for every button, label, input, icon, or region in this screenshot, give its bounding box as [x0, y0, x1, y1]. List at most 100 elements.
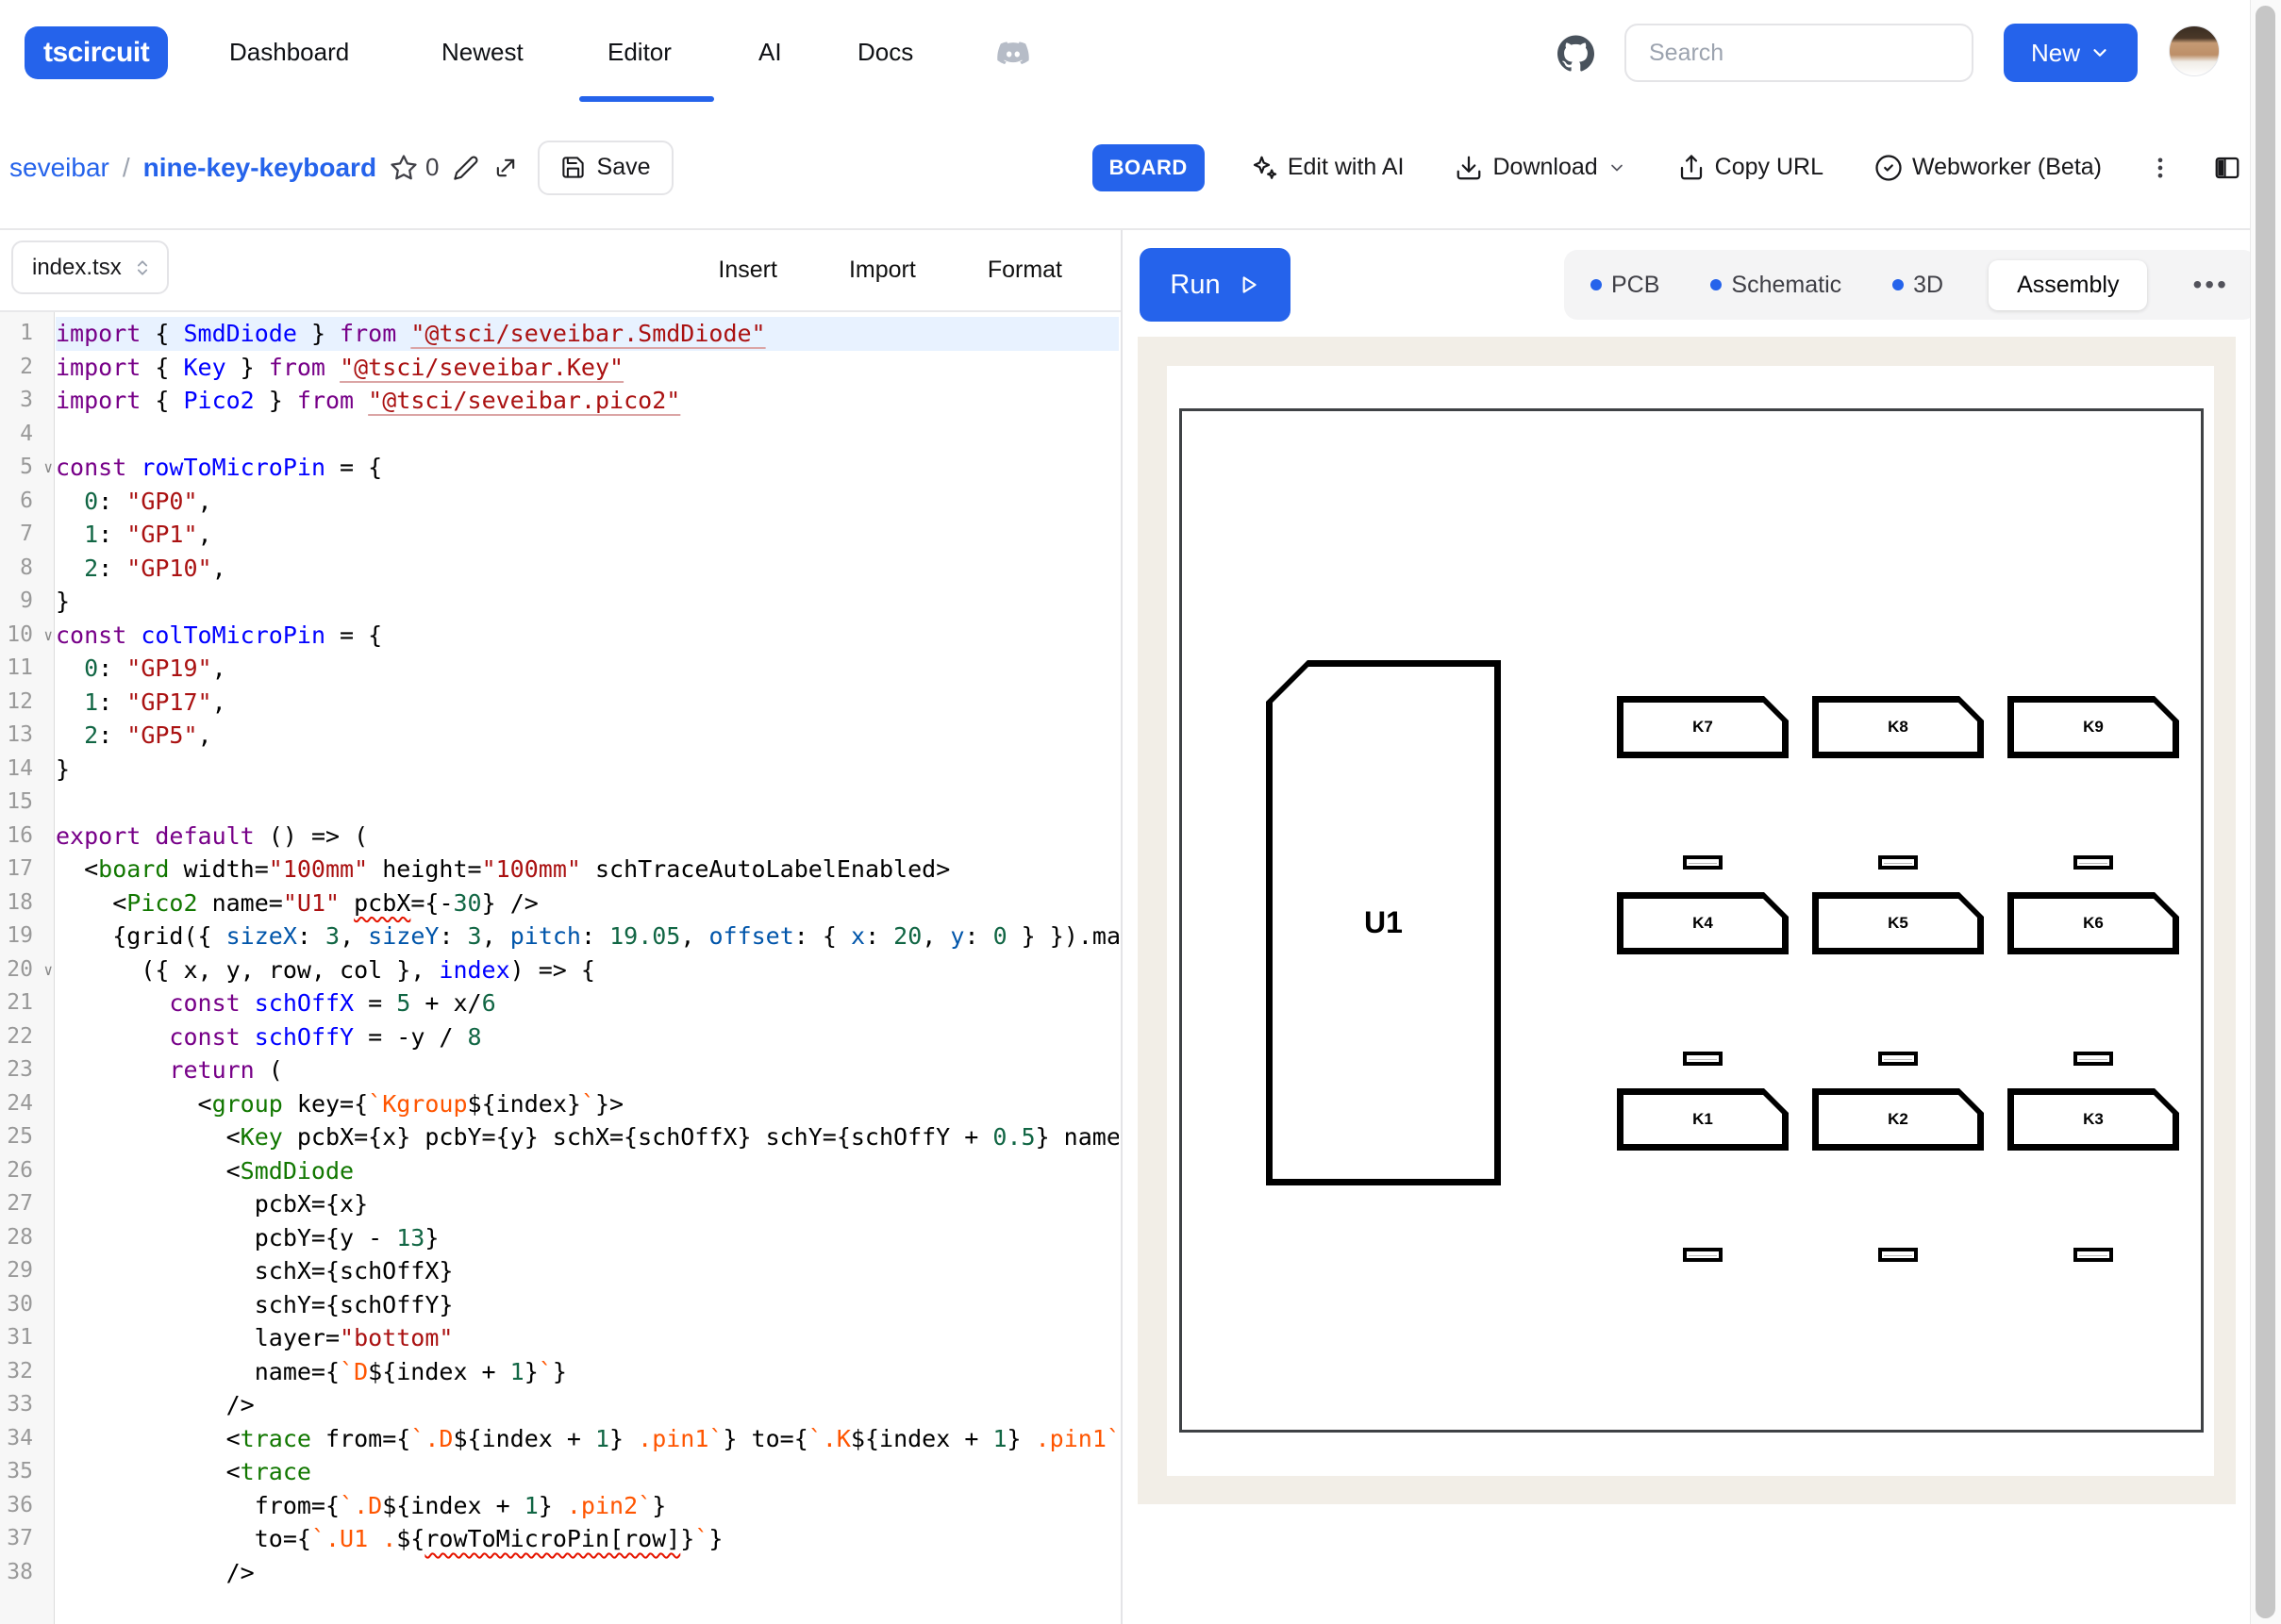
diode-under-K2[interactable]	[1878, 1248, 1918, 1262]
code-line-18[interactable]: <Pico2 name="U1" pcbX={-30} />	[56, 887, 1119, 920]
code-line-1[interactable]: import { SmdDiode } from "@tsci/seveibar…	[56, 317, 1119, 351]
chip-U1[interactable]: U1	[1266, 660, 1501, 1185]
fold-marker-icon[interactable]: ∨	[43, 452, 53, 483]
diode-under-K1[interactable]	[1683, 1248, 1723, 1262]
tscircuit-logo[interactable]: tscircuit	[25, 26, 168, 79]
run-button[interactable]: Run	[1140, 248, 1290, 322]
nav-item-newest[interactable]: Newest	[441, 0, 524, 105]
fold-marker-icon[interactable]: ∨	[43, 620, 53, 651]
code-line-10[interactable]: const colToMicroPin = {	[56, 619, 1119, 653]
avatar[interactable]	[2169, 25, 2220, 76]
code-line-32[interactable]: name={`D${index + 1}`}	[56, 1355, 1119, 1389]
more-options-button[interactable]	[2147, 155, 2173, 181]
fold-marker-icon[interactable]: ∨	[43, 954, 53, 986]
code-line-4[interactable]	[56, 418, 1119, 452]
code-line-14[interactable]: }	[56, 753, 1119, 787]
code-line-13[interactable]: 2: "GP5",	[56, 719, 1119, 753]
diode-under-K5[interactable]	[1878, 1052, 1918, 1066]
editor-menu-import[interactable]: Import	[843, 256, 922, 285]
diode-under-K9[interactable]	[2073, 855, 2113, 870]
github-icon[interactable]	[1557, 35, 1594, 72]
save-button[interactable]: Save	[538, 141, 674, 195]
preview-tab-schematic[interactable]: Schematic	[1705, 271, 1847, 300]
toggle-panel-button[interactable]	[2213, 154, 2241, 182]
code-line-7[interactable]: 1: "GP1",	[56, 518, 1119, 552]
code-line-29[interactable]: schX={schOffX}	[56, 1254, 1119, 1288]
code-line-12[interactable]: 1: "GP17",	[56, 686, 1119, 720]
diode-under-K7[interactable]	[1683, 855, 1723, 870]
code-line-11[interactable]: 0: "GP19",	[56, 652, 1119, 686]
nav-item-editor[interactable]: Editor	[608, 0, 672, 105]
code-line-35[interactable]: <trace	[56, 1455, 1119, 1489]
code-line-22[interactable]: const schOffY = -y / 8	[56, 1020, 1119, 1054]
code-line-34[interactable]: <trace from={`.D${index + 1} .pin1`} to=…	[56, 1422, 1119, 1456]
code-line-37[interactable]: to={`.U1 .${rowToMicroPin[row]}`}	[56, 1522, 1119, 1556]
webworker-button[interactable]: Webworker (Beta)	[1869, 153, 2107, 183]
status-dot	[1710, 279, 1722, 290]
diode-under-K6[interactable]	[2073, 1052, 2113, 1066]
breadcrumb-repo[interactable]: nine-key-keyboard	[143, 153, 376, 183]
nav-item-dashboard[interactable]: Dashboard	[229, 0, 349, 105]
code-line-17[interactable]: <board width="100mm" height="100mm" schT…	[56, 853, 1119, 887]
code-line-38[interactable]: />	[56, 1556, 1119, 1590]
code-line-5[interactable]: const rowToMicroPin = {	[56, 451, 1119, 485]
key-K3[interactable]: K3	[2007, 1088, 2179, 1151]
diode-under-K4[interactable]	[1683, 1052, 1723, 1066]
code-line-20[interactable]: ({ x, y, row, col }, index) => {	[56, 953, 1119, 987]
code-line-30[interactable]: schY={schOffY}	[56, 1288, 1119, 1322]
preview-tab-assembly[interactable]: Assembly	[1989, 260, 2147, 310]
key-K2[interactable]: K2	[1812, 1088, 1984, 1151]
code-line-15[interactable]	[56, 786, 1119, 820]
code-line-27[interactable]: pcbX={x}	[56, 1187, 1119, 1221]
nav-item-ai[interactable]: AI	[758, 0, 782, 105]
key-K4[interactable]: K4	[1617, 892, 1789, 954]
scrollbar-thumb[interactable]	[2256, 6, 2275, 1618]
key-K7[interactable]: K7	[1617, 696, 1789, 758]
code-line-21[interactable]: const schOffX = 5 + x/6	[56, 986, 1119, 1020]
code-line-33[interactable]: />	[56, 1388, 1119, 1422]
download-button[interactable]: Download	[1449, 153, 1631, 183]
board-badge[interactable]: BOARD	[1092, 144, 1205, 191]
token-pl: />	[56, 1559, 255, 1586]
nav-item-docs[interactable]: Docs	[857, 0, 913, 105]
discord-icon[interactable]	[995, 36, 1031, 72]
assembly-canvas[interactable]: U1 K7 K8 K9 K4 K5 K6 K1 K2 K3	[1138, 337, 2236, 1504]
code-line-36[interactable]: from={`.D${index + 1} .pin2`}	[56, 1489, 1119, 1523]
breadcrumb-owner[interactable]: seveibar	[9, 153, 109, 183]
code-editor[interactable]: 12345∨678910∨11121314151617181920∨212223…	[0, 312, 1119, 1624]
code-line-19[interactable]: {grid({ sizeX: 3, sizeY: 3, pitch: 19.05…	[56, 920, 1119, 953]
code-line-31[interactable]: layer="bottom"	[56, 1321, 1119, 1355]
star-button[interactable]: 0	[390, 153, 439, 182]
search-input[interactable]	[1624, 24, 1973, 82]
key-K6[interactable]: K6	[2007, 892, 2179, 954]
page-scrollbar[interactable]	[2250, 0, 2281, 1624]
code-line-23[interactable]: return (	[56, 1053, 1119, 1087]
edit-title-button[interactable]	[453, 155, 479, 181]
preview-tabs-overflow-button[interactable]: •••	[2187, 269, 2234, 301]
preview-tab-pcb[interactable]: PCB	[1585, 271, 1665, 300]
copy-url-button[interactable]: Copy URL	[1672, 153, 1829, 183]
key-K5[interactable]: K5	[1812, 892, 1984, 954]
code-line-24[interactable]: <group key={`Kgroup${index}`}>	[56, 1087, 1119, 1121]
file-selector[interactable]: index.tsx	[11, 240, 169, 294]
new-button[interactable]: New	[2004, 24, 2138, 82]
editor-menu-format[interactable]: Format	[982, 256, 1068, 285]
code-line-26[interactable]: <SmdDiode	[56, 1154, 1119, 1188]
key-K8[interactable]: K8	[1812, 696, 1984, 758]
code-line-2[interactable]: import { Key } from "@tsci/seveibar.Key"	[56, 351, 1119, 385]
preview-tab-3d[interactable]: 3D	[1887, 271, 1949, 300]
diode-under-K8[interactable]	[1878, 855, 1918, 870]
key-K1[interactable]: K1	[1617, 1088, 1789, 1151]
code-line-6[interactable]: 0: "GP0",	[56, 485, 1119, 519]
editor-menu-insert[interactable]: Insert	[712, 256, 783, 285]
code-line-16[interactable]: export default () => (	[56, 820, 1119, 853]
code-line-8[interactable]: 2: "GP10",	[56, 552, 1119, 586]
code-line-28[interactable]: pcbY={y - 13}	[56, 1221, 1119, 1255]
key-K9[interactable]: K9	[2007, 696, 2179, 758]
code-line-25[interactable]: <Key pcbX={x} pcbY={y} schX={schOffX} sc…	[56, 1120, 1119, 1154]
code-line-9[interactable]: }	[56, 585, 1119, 619]
edit-with-ai-button[interactable]: Edit with AI	[1244, 153, 1410, 183]
diode-under-K3[interactable]	[2073, 1248, 2113, 1262]
share-button[interactable]	[492, 155, 519, 181]
code-line-3[interactable]: import { Pico2 } from "@tsci/seveibar.pi…	[56, 384, 1119, 418]
